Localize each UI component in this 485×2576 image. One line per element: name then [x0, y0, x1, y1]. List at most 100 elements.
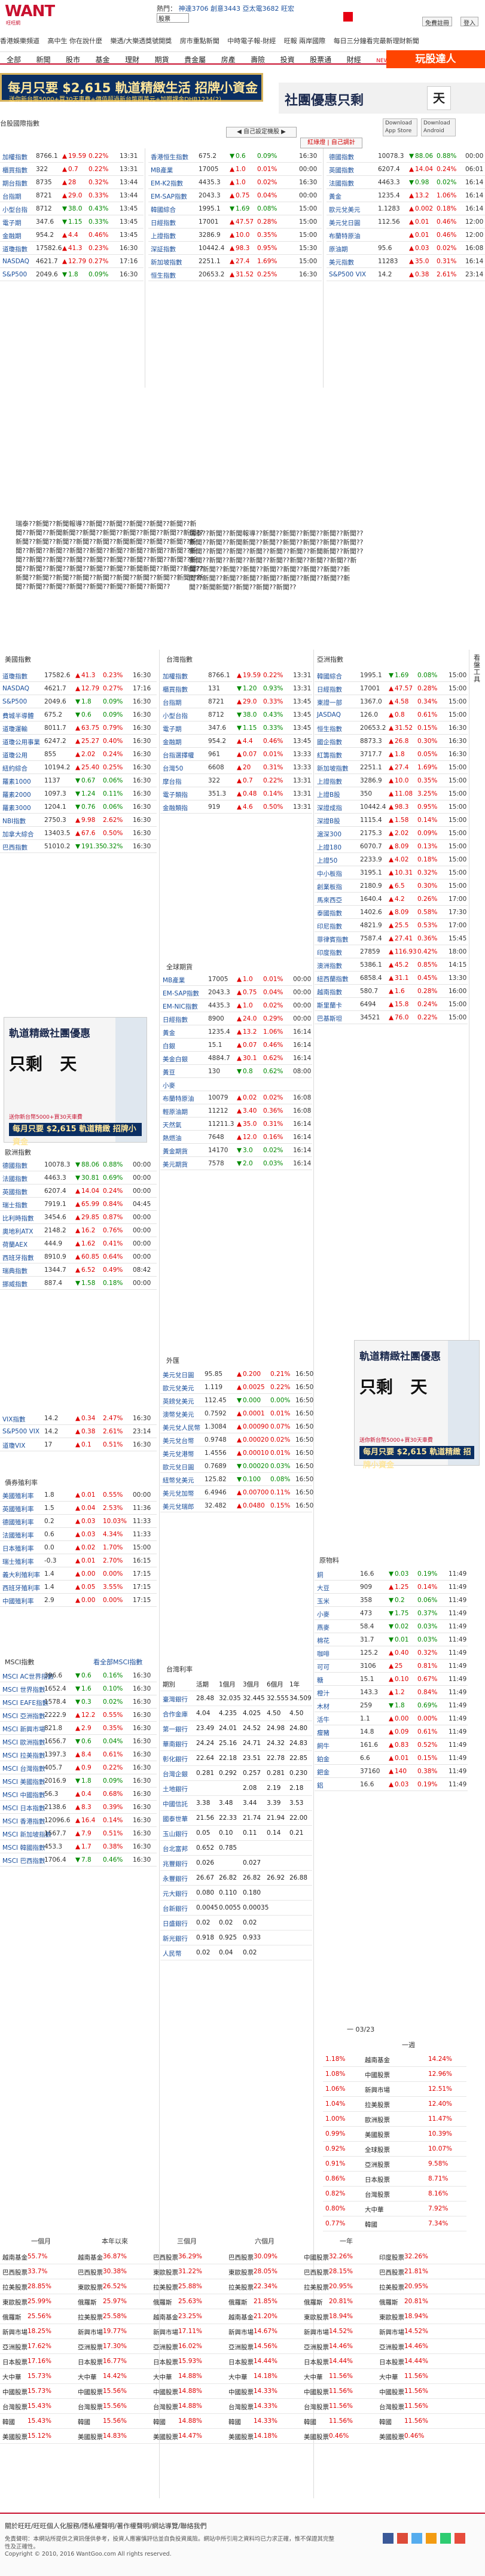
quote-name[interactable]: 飼牛: [317, 1741, 330, 1750]
quote-row[interactable]: 上證指數 3286.9 ▲ 10.0 0.35% 15:00: [148, 229, 322, 242]
rank-row[interactable]: 台灣股票 15.43% 台灣股票 15.56% 台灣股票 14.88% 台灣股票 14.33%…: [0, 2399, 485, 2414]
quote-row[interactable]: MSCI 歐洲指數 1656.7 ▼ 0.6 0.04% 16:30: [0, 1735, 157, 1748]
quote-name[interactable]: 英國指數: [329, 166, 354, 175]
quote-row[interactable]: 台指選擇權 961 ▲ 0.07 0.01% 13:33: [160, 748, 312, 761]
quote-name[interactable]: 原油期: [329, 245, 348, 254]
promo-card-left[interactable]: 軌道精緻社團優惠 只剩 天 送你新台幣5000+買30天車費 每月只要 $2,6…: [4, 1017, 147, 1147]
quote-row[interactable]: MSCI 新加坡指數 1567.7 ▲ 7.9 0.51% 16:30: [0, 1827, 157, 1840]
quote-name[interactable]: 馬來西亞: [317, 896, 342, 905]
app-store-button[interactable]: Download App Store: [383, 118, 417, 136]
quote-name[interactable]: MSCI 亞洲指數: [2, 1712, 45, 1721]
quote-name[interactable]: 上證180: [317, 843, 341, 852]
google-plus-icon[interactable]: [397, 2533, 408, 2544]
quote-row[interactable]: 上證180 6070.7 ▲ 8.09 0.13% 15:00: [315, 840, 468, 853]
quote-row[interactable]: 紅籌指數 3717.7 ▲ 1.8 0.05% 16:30: [315, 748, 468, 761]
quote-name[interactable]: 羅素2000: [2, 790, 31, 799]
quote-row[interactable]: 上證B股 350 ▲ 11.08 3.25% 15:00: [315, 787, 468, 800]
quote-row[interactable]: EM-SAP指數 2043.3 ▲ 0.75 0.04% 00:00: [148, 189, 322, 202]
quote-row[interactable]: 小型台指 8712 ▼ 38.0 0.43% 13:45: [0, 202, 144, 215]
quote-row[interactable]: 深證B股 1115.4 ▲ 1.58 0.14% 15:00: [315, 814, 468, 827]
quote-name[interactable]: 法國指數: [2, 1174, 28, 1183]
quote-row[interactable]: 橙汁 143.3 ▲ 1.2 0.84% 11:49: [315, 1686, 468, 1699]
quote-name[interactable]: 澳幣兌美元: [163, 1410, 194, 1419]
quote-name[interactable]: 電子類指: [163, 790, 188, 799]
quote-name[interactable]: 道瓊公用事業: [2, 738, 40, 747]
quote-row[interactable]: 巴基斯坦 34521 ▲ 76.0 0.22% 15:00: [315, 1011, 468, 1024]
nav-item[interactable]: 新聞: [30, 52, 57, 65]
quote-name[interactable]: 比利時指數: [2, 1214, 34, 1223]
traffic-light-button[interactable]: 紅綠燈 | 自己調計: [300, 138, 362, 148]
quote-name[interactable]: EM-K2指數: [151, 179, 183, 188]
rank-row[interactable]: 0.80% 大中華 7.92%: [323, 2202, 466, 2216]
quote-row[interactable]: EM-NIC指數 4435.3 ▲ 1.0 0.02% 00:00: [160, 999, 312, 1012]
twitter-icon[interactable]: [411, 2533, 422, 2544]
quote-row[interactable]: 法國指數 4463.3 ▼ 30.81 0.69% 00:00: [0, 1171, 157, 1185]
quote-name[interactable]: 小麥: [163, 1081, 175, 1090]
quote-name[interactable]: S&P500: [2, 698, 27, 705]
quote-row[interactable]: MSCI 韓國指數 453.3 ▲ 1.7 0.38% 16:30: [0, 1840, 157, 1853]
search-type-select[interactable]: 股票: [157, 13, 189, 23]
quote-row[interactable]: 日經指數 17001 ▲ 47.57 0.28% 15:00: [148, 215, 322, 229]
rank-row[interactable]: 俄羅斯 25.56% 拉美股票 25.58% 越南基金 23.25% 越南基金 21.20% 東…: [0, 2309, 485, 2324]
nav-item[interactable]: 房產: [215, 52, 242, 65]
quote-row[interactable]: 道瓊公用事業 6247.2 ▲ 25.27 0.40% 16:30: [0, 735, 157, 748]
quote-name[interactable]: NASDAQ: [2, 258, 29, 265]
quote-row[interactable]: MB產業 17005 ▲ 1.0 0.01% 00:00: [148, 163, 322, 176]
quote-row[interactable]: 斯里蘭卡 6494 ▲ 15.8 0.24% 15:00: [315, 998, 468, 1011]
quote-row[interactable]: 日經指數 17001 ▲ 47.57 0.28% 15:00: [315, 682, 468, 695]
quote-name[interactable]: 美國殖利率: [2, 1491, 34, 1500]
quote-name[interactable]: 燕麥: [317, 1623, 330, 1632]
quote-row[interactable]: 布蘭特原油 10079 ▲ 0.02 0.02% 16:08: [160, 1091, 312, 1104]
quote-row[interactable]: MSCI AC世界指數 396.6 ▼ 0.6 0.16% 16:30: [0, 1669, 157, 1682]
quote-row[interactable]: 澳洲指數 5386.1 ▲ 45.2 0.85% 14:15: [315, 958, 468, 972]
quote-row[interactable]: 期台指數 8735 ▲ 28 0.32% 13:44: [0, 176, 144, 189]
quote-name[interactable]: 菲律賓指數: [317, 935, 349, 944]
quote-row[interactable]: 深証指數 10442.4 ▲ 98.3 0.95% 15:30: [148, 242, 322, 255]
quote-name[interactable]: MSCI 新興市場: [2, 1725, 45, 1734]
quote-name[interactable]: 美元兌日圓: [163, 1371, 194, 1380]
quote-name[interactable]: 輕原油期: [163, 1107, 188, 1116]
quote-name[interactable]: 台指期: [2, 192, 22, 201]
quote-row[interactable]: 新加坡指數 2251.1 ▲ 27.4 1.69% 15:00: [315, 761, 468, 774]
quote-name[interactable]: 美金白銀: [163, 1055, 188, 1064]
quote-row[interactable]: 鈀金 37160 ▲ 140 0.38% 11:49: [315, 1765, 468, 1778]
rank-row[interactable]: 拉美股票 28.85% 東歐股票 26.52% 拉美股票 25.88% 拉美股票 22.34%…: [0, 2279, 485, 2294]
quote-name[interactable]: 銅: [317, 1570, 324, 1579]
quote-name[interactable]: 日經指數: [151, 218, 176, 227]
quote-name[interactable]: 德國指數: [2, 1161, 28, 1170]
footer-links[interactable]: 關於旺旺/旺旺個人化服務/隱私權聲明/著作權聲明/網站導覽/聯絡我們: [5, 2521, 207, 2531]
quote-name[interactable]: S&P500: [2, 271, 27, 278]
quote-row[interactable]: 小麥 473 ▼ 1.75 0.37% 11:49: [315, 1607, 468, 1620]
login-button[interactable]: 登入: [460, 17, 478, 27]
quote-row[interactable]: S&P500 2049.6 ▼ 1.8 0.09% 16:30: [0, 268, 144, 281]
quote-row[interactable]: 美元兌港幣 1.4556 ▲ 0.00010 0.01% 16:50: [160, 1447, 313, 1460]
quote-name[interactable]: 東證一部: [317, 698, 342, 707]
quote-row[interactable]: 香港恒生指數 675.2 ▼ 0.6 0.09% 16:30: [148, 150, 322, 163]
quote-row[interactable]: 義大利殖利率 1.4 ▲ 0.00 0.00% 17:15: [0, 1567, 157, 1581]
quote-row[interactable]: 道瓊指數 17582.6 ▲ 41.3 0.23% 16:30: [0, 669, 157, 682]
quote-row[interactable]: 歐元兌美元 1.1283 ▲ 0.002 0.18% 16:14: [327, 202, 485, 215]
nav-item[interactable]: 基金: [89, 52, 117, 65]
quote-row[interactable]: 泰國指數 1402.6 ▲ 8.09 0.58% 17:30: [315, 906, 468, 919]
quote-row[interactable]: 日經指數 8900 ▲ 24.0 0.29% 00:00: [160, 1012, 312, 1025]
quote-row[interactable]: 英鎊兌美元 112.45 ▼ 0.000 0.00% 16:50: [160, 1394, 313, 1407]
quote-name[interactable]: 英鎊兌美元: [163, 1397, 194, 1406]
quote-name[interactable]: 台指期: [163, 698, 182, 707]
quote-row[interactable]: 黃金 1235.4 ▲ 13.2 1.06% 16:14: [160, 1025, 312, 1039]
quote-name[interactable]: 恒生指數: [317, 724, 342, 733]
quote-row[interactable]: 韓國綜合 1995.1 ▼ 1.69 0.08% 15:00: [315, 669, 468, 682]
quote-name[interactable]: MSCI 美國指數: [2, 1777, 45, 1786]
quote-row[interactable]: EM-K2指數 4435.3 ▲ 1.0 0.02% 16:30: [148, 176, 322, 189]
quote-name[interactable]: 越南指數: [317, 988, 342, 997]
msci-all-link[interactable]: 看全部MSCI指數: [93, 1657, 142, 1667]
quote-row[interactable]: 糖 15.1 ▲ 0.10 0.67% 11:49: [315, 1673, 468, 1686]
quote-row[interactable]: MSCI 台灣指數 405.7 ▲ 0.9 0.22% 16:30: [0, 1761, 157, 1774]
quote-row[interactable]: 黃金 1235.4 ▲ 13.2 1.06% 16:14: [327, 189, 485, 202]
quote-name[interactable]: MB產業: [151, 166, 173, 175]
quote-name[interactable]: 白銀: [163, 1042, 175, 1051]
quote-name[interactable]: 咖啡: [317, 1649, 330, 1658]
quote-row[interactable]: MSCI 世界指數 1652.4 ▼ 1.6 0.10% 16:30: [0, 1682, 157, 1695]
quote-row[interactable]: MSCI 香港指數 12096.6 ▲ 16.4 0.14% 16:30: [0, 1814, 157, 1827]
quote-name[interactable]: 黃金: [329, 192, 341, 201]
quote-name[interactable]: 羅素3000: [2, 803, 31, 812]
